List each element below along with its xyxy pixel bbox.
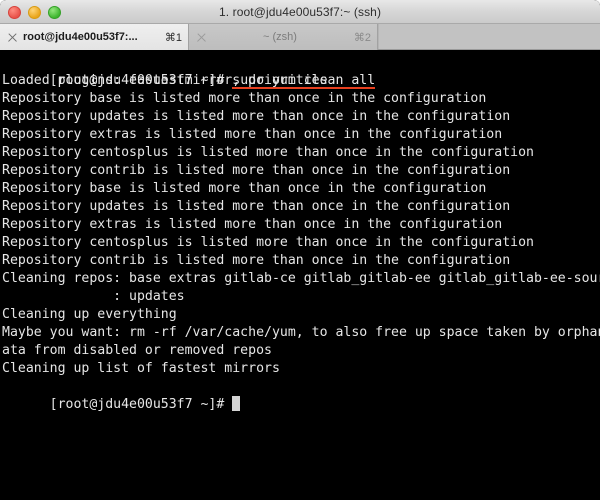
terminal-window: 1. root@jdu4e00u53f7:~ (ssh) root@jdu4e0… bbox=[0, 0, 600, 500]
title-bar[interactable]: 1. root@jdu4e00u53f7:~ (ssh) bbox=[0, 0, 600, 24]
terminal-line: Repository updates is listed more than o… bbox=[2, 109, 511, 124]
terminal-line: Repository base is listed more than once… bbox=[2, 91, 487, 106]
terminal-line: Cleaning up list of fastest mirrors bbox=[2, 361, 280, 376]
terminal-line: Repository updates is listed more than o… bbox=[2, 199, 511, 214]
terminal-line: Repository extras is listed more than on… bbox=[2, 127, 503, 142]
final-prompt-line: [root@jdu4e00u53f7 ~]# bbox=[2, 378, 600, 412]
tab-bar-filler bbox=[378, 24, 600, 49]
command-line: [root@jdu4e00u53f7 ~]# sudo yum clean al… bbox=[2, 54, 600, 88]
terminal-line: Maybe you want: rm -rf /var/cache/yum, t… bbox=[2, 325, 600, 340]
shell-prompt: [root@jdu4e00u53f7 ~]# bbox=[49, 397, 233, 412]
block-cursor-icon bbox=[232, 396, 241, 411]
traffic-light-group bbox=[8, 0, 61, 24]
terminal-line: ata from disabled or removed repos bbox=[2, 343, 272, 358]
maximize-window-button[interactable] bbox=[48, 5, 61, 19]
terminal-line: Repository contrib is listed more than o… bbox=[2, 163, 511, 178]
window-title: 1. root@jdu4e00u53f7:~ (ssh) bbox=[218, 4, 382, 19]
tab-title: root@jdu4e00u53f7:... bbox=[23, 31, 138, 43]
tab-ssh-session[interactable]: root@jdu4e00u53f7:... ⌘1 bbox=[0, 24, 189, 50]
terminal-line: Repository base is listed more than once… bbox=[2, 181, 487, 196]
minimize-window-button[interactable] bbox=[28, 5, 41, 19]
tab-title: ~ (zsh) bbox=[262, 31, 297, 43]
close-window-button[interactable] bbox=[8, 5, 21, 19]
terminal-line: Repository centosplus is listed more tha… bbox=[2, 235, 534, 250]
output-lines: Loaded plugins: fastestmirror, prioritie… bbox=[2, 72, 600, 378]
terminal-line: : updates bbox=[2, 289, 185, 304]
terminal-line: Repository centosplus is listed more tha… bbox=[2, 145, 534, 160]
terminal-line: Cleaning up everything bbox=[2, 307, 177, 322]
terminal-line: Loaded plugins: fastestmirror, prioritie… bbox=[2, 73, 328, 88]
close-icon[interactable] bbox=[195, 31, 208, 44]
terminal-line: Repository contrib is listed more than o… bbox=[2, 253, 511, 268]
tab-zsh-session[interactable]: ~ (zsh) ⌘2 bbox=[189, 24, 378, 50]
tab-bar: root@jdu4e00u53f7:... ⌘1 ~ (zsh) ⌘2 bbox=[0, 24, 600, 50]
tab-shortcut: ⌘1 bbox=[164, 31, 182, 44]
tab-shortcut: ⌘2 bbox=[353, 31, 371, 44]
terminal-line: Repository extras is listed more than on… bbox=[2, 217, 503, 232]
close-icon[interactable] bbox=[6, 31, 19, 44]
terminal-output-area[interactable]: [root@jdu4e00u53f7 ~]# sudo yum clean al… bbox=[0, 50, 600, 499]
terminal-line: Cleaning repos: base extras gitlab-ce gi… bbox=[2, 271, 600, 286]
